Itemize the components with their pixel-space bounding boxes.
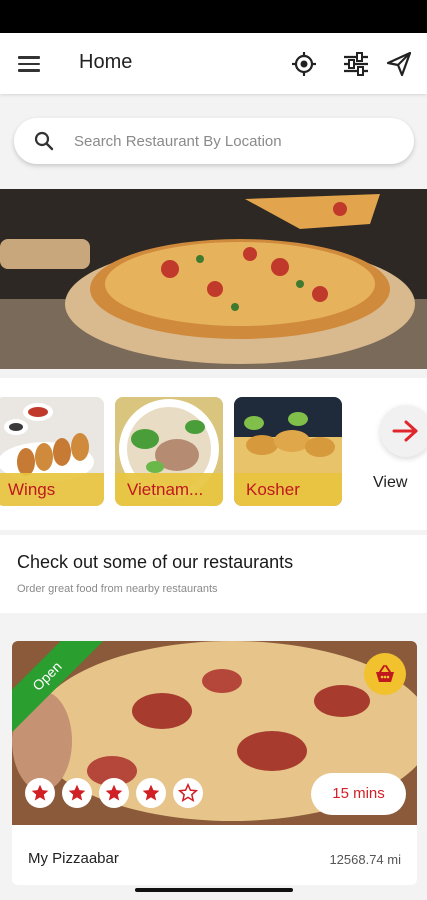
category-strip: Wings Vietnam... Kosher View: [0, 378, 427, 530]
rating-stars: [25, 778, 203, 808]
search-input[interactable]: [74, 118, 394, 164]
restaurant-card[interactable]: Open 15 mins My Pizzaabar 12568.74 mi: [12, 641, 417, 885]
app-bar: Home: [0, 33, 427, 94]
star-filled-icon: [25, 778, 55, 808]
page-title: Home: [79, 51, 133, 73]
restaurant-name: My Pizzaabar: [28, 850, 119, 867]
star-empty-icon: [173, 778, 203, 808]
view-more-button[interactable]: [380, 405, 427, 457]
add-to-basket-button[interactable]: [364, 653, 406, 695]
status-bar: [0, 0, 427, 33]
category-card-kosher[interactable]: Kosher: [234, 397, 342, 506]
promo-banner[interactable]: [0, 189, 427, 369]
section-subtitle: Order great food from nearby restaurants: [17, 583, 218, 595]
category-label: Wings: [0, 473, 104, 506]
menu-icon[interactable]: [18, 51, 44, 77]
delivery-time-badge: 15 mins: [311, 773, 406, 815]
search-bar[interactable]: [14, 118, 414, 164]
home-indicator: [135, 888, 293, 892]
restaurant-image: Open 15 mins: [12, 641, 417, 825]
star-filled-icon: [62, 778, 92, 808]
search-icon: [34, 131, 54, 151]
category-card-vietnamese[interactable]: Vietnam...: [115, 397, 223, 506]
star-filled-icon: [99, 778, 129, 808]
category-card-wings[interactable]: Wings: [0, 397, 104, 506]
basket-icon: [376, 665, 394, 682]
section-title: Check out some of our restaurants: [17, 552, 294, 572]
category-label: Vietnam...: [115, 473, 223, 506]
arrow-right-icon: [392, 420, 418, 442]
view-more-label[interactable]: View: [373, 474, 407, 492]
category-label: Kosher: [234, 473, 342, 506]
restaurants-section-header: Check out some of our restaurants Order …: [0, 535, 427, 613]
pizza-banner-image: [0, 189, 427, 369]
restaurant-distance: 12568.74 mi: [329, 852, 401, 867]
star-filled-icon: [136, 778, 166, 808]
location-target-icon[interactable]: [290, 50, 318, 78]
send-icon[interactable]: [385, 50, 413, 78]
filter-sliders-icon[interactable]: [342, 50, 370, 78]
